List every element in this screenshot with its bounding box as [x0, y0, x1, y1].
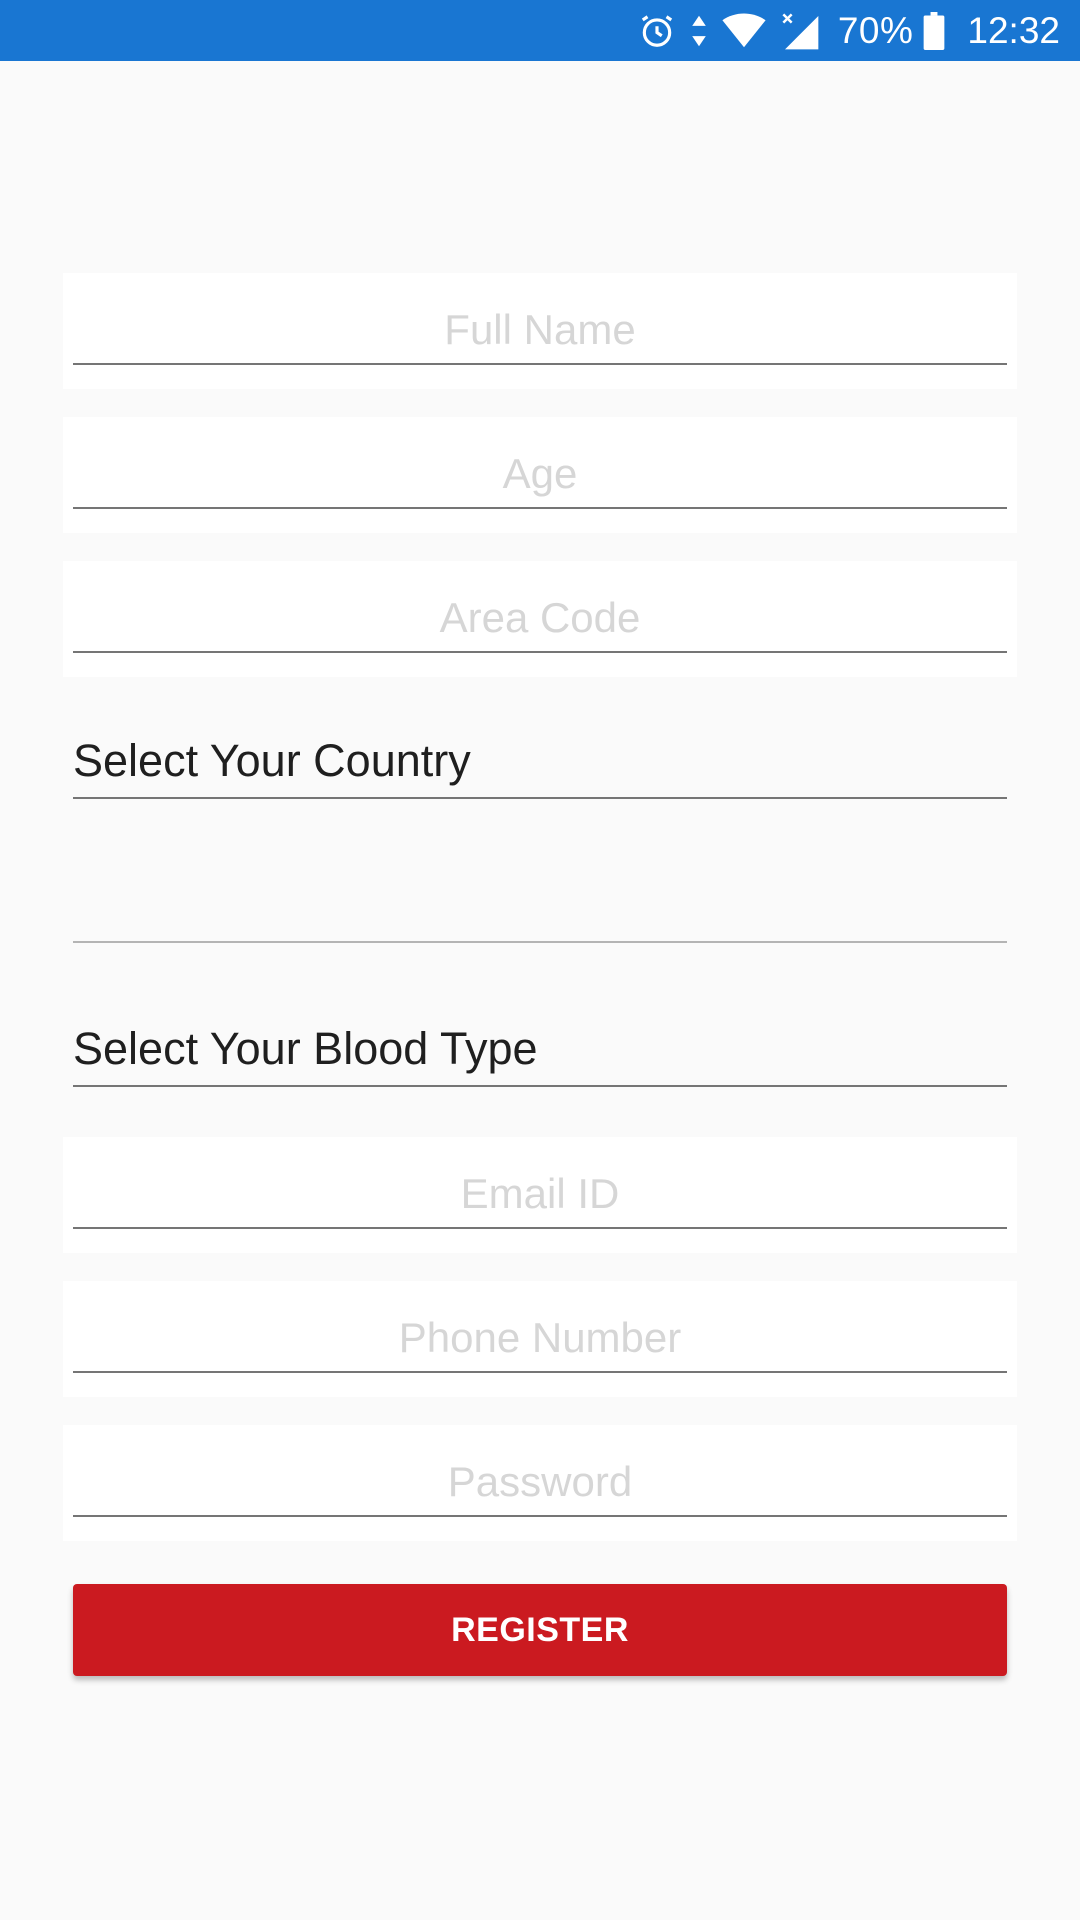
country-picker[interactable]: Select Your Country	[73, 731, 1007, 799]
blood-type-picker-label: Select Your Blood Type	[73, 1023, 538, 1074]
wifi-icon	[722, 12, 766, 49]
data-arrows-icon	[690, 14, 708, 48]
blood-type-picker[interactable]: Select Your Blood Type	[73, 1019, 1007, 1087]
full-name-field-container	[63, 273, 1017, 389]
alarm-icon	[638, 12, 676, 50]
status-bar: 70% 12:32	[0, 0, 1080, 61]
phone-field-container	[63, 1281, 1017, 1397]
country-secondary-picker[interactable]	[73, 875, 1007, 943]
register-button[interactable]: REGISTER	[73, 1584, 1007, 1676]
age-input[interactable]	[73, 441, 1007, 509]
battery-icon	[923, 11, 945, 50]
email-field-container	[63, 1137, 1017, 1253]
clock-time: 12:32	[967, 9, 1060, 51]
email-input[interactable]	[73, 1161, 1007, 1229]
full-name-input[interactable]	[73, 297, 1007, 365]
country-picker-label: Select Your Country	[73, 735, 471, 786]
battery-percent: 70%	[837, 9, 914, 51]
cell-signal-icon	[780, 12, 820, 50]
password-field-container	[63, 1425, 1017, 1541]
area-code-field-container	[63, 561, 1017, 677]
age-field-container	[63, 417, 1017, 533]
password-input[interactable]	[73, 1449, 1007, 1517]
phone-input[interactable]	[73, 1305, 1007, 1373]
area-code-input[interactable]	[73, 585, 1007, 653]
